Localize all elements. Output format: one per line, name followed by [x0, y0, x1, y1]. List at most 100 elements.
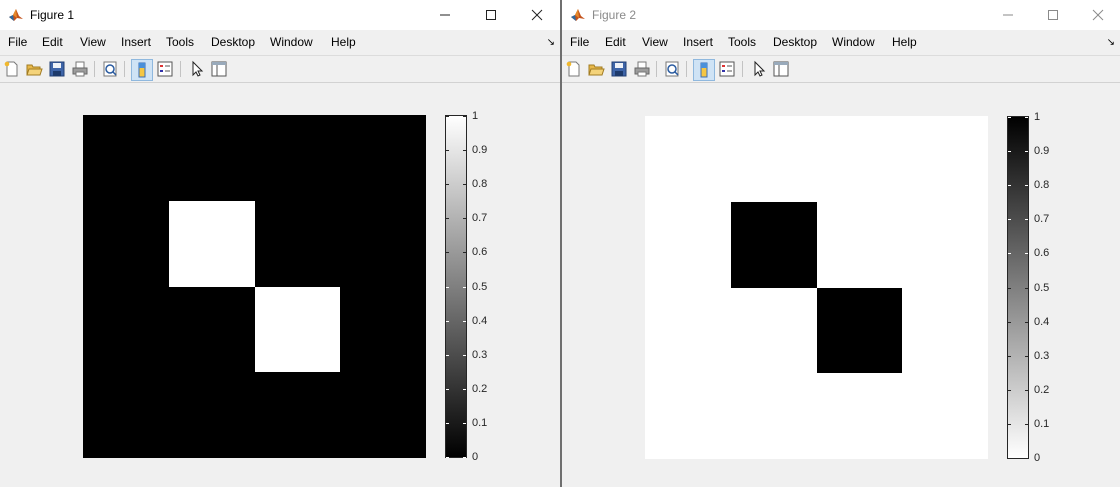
colorbar-tick-mark: [446, 184, 449, 185]
colorbar-tick-label: 0.7: [472, 212, 488, 224]
window-title: Figure 2: [592, 8, 637, 22]
minimize-button[interactable]: [422, 0, 468, 30]
colorbar-tick-mark: [446, 457, 449, 458]
colorbar-tick-label: 0: [1034, 452, 1041, 464]
print-icon[interactable]: [71, 60, 89, 78]
menu-window[interactable]: Window: [270, 35, 313, 50]
toolbar-separator: [180, 61, 181, 77]
menu-tools[interactable]: Tools: [166, 35, 194, 50]
colorbar-tick-mark: [463, 218, 466, 219]
colorbar-tick-mark: [463, 252, 466, 253]
image-cell: [817, 288, 902, 373]
new-figure-icon[interactable]: [3, 60, 21, 78]
pointer-icon[interactable]: [750, 60, 768, 78]
colorbar-tick-mark: [446, 252, 449, 253]
menu-window[interactable]: Window: [832, 35, 875, 50]
minimize-button[interactable]: [985, 0, 1031, 30]
maximize-button[interactable]: [468, 0, 514, 30]
image-cell: [731, 288, 817, 373]
dock-arrow-icon[interactable]: ↘: [1107, 37, 1115, 48]
colorbar-tick-mark: [463, 355, 466, 356]
menu-view[interactable]: View: [642, 35, 668, 50]
colorbar-toggle-icon[interactable]: [131, 59, 153, 81]
colorbar-tick-mark: [1025, 322, 1028, 323]
save-icon[interactable]: [48, 60, 66, 78]
close-button[interactable]: [514, 0, 560, 30]
menu-insert[interactable]: Insert: [121, 35, 151, 50]
close-icon: [1092, 9, 1104, 21]
colorbar-tick-label: 1: [472, 110, 479, 122]
title-bar[interactable]: Figure 1: [0, 0, 560, 30]
colorbar-tick-mark: [1008, 424, 1011, 425]
image-plot-area[interactable]: [645, 116, 988, 459]
image-cell: [255, 115, 340, 201]
legend-toggle-icon[interactable]: [718, 60, 736, 78]
colorbar-tick-mark: [1025, 356, 1028, 357]
toolbar-separator: [124, 61, 125, 77]
colorbar-tick-mark: [463, 389, 466, 390]
save-icon[interactable]: [610, 60, 628, 78]
menu-file[interactable]: File: [570, 35, 589, 50]
menu-insert[interactable]: Insert: [683, 35, 713, 50]
pointer-icon[interactable]: [188, 60, 206, 78]
maximize-button[interactable]: [1030, 0, 1076, 30]
print-icon[interactable]: [633, 60, 651, 78]
menu-view[interactable]: View: [80, 35, 106, 50]
close-icon: [531, 9, 543, 21]
colorbar-tick-label: 0.1: [1034, 418, 1050, 430]
colorbar-tick-mark: [1025, 458, 1028, 459]
print-preview-icon[interactable]: [663, 60, 681, 78]
image-cell: [902, 373, 988, 459]
new-figure-icon[interactable]: [565, 60, 583, 78]
colorbar-tick-mark: [1008, 117, 1011, 118]
open-file-icon[interactable]: [25, 60, 43, 78]
image-cell: [817, 373, 902, 459]
menu-edit[interactable]: Edit: [605, 35, 626, 50]
property-editor-icon[interactable]: [772, 60, 790, 78]
image-cell: [255, 372, 340, 458]
close-button[interactable]: [1075, 0, 1120, 30]
image-cell: [645, 373, 731, 459]
colorbar-tick-label: 0.2: [472, 383, 488, 395]
image-cell: [340, 287, 426, 372]
image-cell: [817, 116, 902, 202]
menu-edit[interactable]: Edit: [42, 35, 63, 50]
legend-toggle-icon[interactable]: [156, 60, 174, 78]
image-cell: [340, 201, 426, 287]
title-bar[interactable]: Figure 2: [562, 0, 1120, 30]
image-cell: [340, 372, 426, 458]
maximize-icon: [1048, 10, 1058, 20]
colorbar-tick-mark: [463, 321, 466, 322]
colorbar-tick-label: 0.2: [1034, 384, 1050, 396]
image-cell: [645, 116, 731, 202]
colorbar-tick-mark: [446, 150, 449, 151]
colorbar-tick-mark: [1008, 219, 1011, 220]
open-file-icon[interactable]: [587, 60, 605, 78]
colorbar-tick-mark: [463, 423, 466, 424]
print-preview-icon[interactable]: [101, 60, 119, 78]
colorbar-tick-mark: [1008, 356, 1011, 357]
colorbar-tick-mark: [1008, 288, 1011, 289]
colorbar-tick-mark: [463, 150, 466, 151]
image-plot-area[interactable]: [83, 115, 426, 458]
image-cell: [83, 372, 169, 458]
menu-help[interactable]: Help: [331, 35, 356, 50]
colorbar-tick-mark: [1008, 151, 1011, 152]
menu-tools[interactable]: Tools: [728, 35, 756, 50]
menu-desktop[interactable]: Desktop: [773, 35, 817, 50]
image-cell: [169, 372, 255, 458]
dock-arrow-icon[interactable]: ↘: [547, 37, 555, 48]
colorbar-tick-label: 0.3: [1034, 350, 1050, 362]
colorbar-toggle-icon[interactable]: [693, 59, 715, 81]
colorbar-tick-label: 0.8: [472, 178, 488, 190]
image-cell: [902, 202, 988, 288]
menu-help[interactable]: Help: [892, 35, 917, 50]
colorbar-tick-label: 0.4: [1034, 316, 1050, 328]
menu-desktop[interactable]: Desktop: [211, 35, 255, 50]
colorbar-tick-mark: [1025, 390, 1028, 391]
colorbar-tick-mark: [1025, 185, 1028, 186]
colorbar-tick-mark: [1025, 424, 1028, 425]
property-editor-icon[interactable]: [210, 60, 228, 78]
figure-toolbar: [0, 55, 560, 83]
menu-file[interactable]: File: [8, 35, 27, 50]
